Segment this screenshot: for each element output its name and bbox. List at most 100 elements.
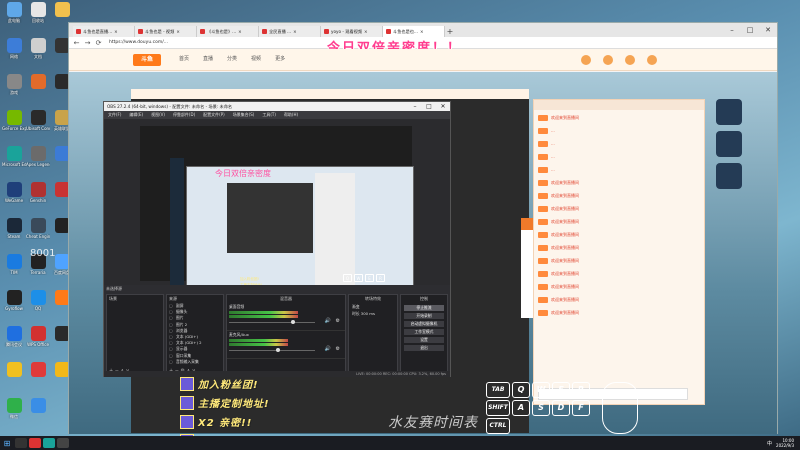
desktop-icon[interactable]: 腾讯会议	[2, 326, 26, 347]
minimize-icon[interactable]: –	[408, 103, 422, 110]
tab-close-icon[interactable]: ×	[420, 26, 424, 37]
tab-close-icon[interactable]: ×	[238, 26, 242, 37]
follow-icon[interactable]	[603, 55, 613, 65]
tab-close-icon[interactable]: ×	[114, 26, 118, 37]
obs-menu-item[interactable]: 文件(F)	[108, 111, 121, 119]
desktop-icon[interactable]: GeForce Experience	[2, 110, 26, 131]
obs-menu-item[interactable]: 编辑(E)	[129, 111, 143, 119]
maximize-icon[interactable]: □	[422, 103, 436, 110]
obs-preview[interactable]: 今日双倍亲密度 加入粉丝团!主播定制地址!X2 亲密!!游戏账号+版本(待更) …	[140, 126, 414, 308]
avatar[interactable]	[647, 55, 657, 65]
windows-start-icon[interactable]: ⊞	[0, 439, 14, 448]
desktop-icon[interactable]	[26, 362, 50, 378]
stop-stream-button[interactable]: 停止推流	[404, 305, 444, 311]
transitions-dock: 转场特效 渐变 时长 300 ms	[348, 294, 398, 376]
desktop-icon[interactable]: 文档	[26, 38, 50, 59]
site-nav-item[interactable]: 首页	[179, 55, 189, 62]
desktop-icon[interactable]: Steam	[2, 218, 26, 239]
speaker-icon[interactable]: 🔊	[325, 346, 331, 352]
tab-close-icon[interactable]: ×	[364, 26, 368, 37]
forward-icon[interactable]: →	[84, 39, 91, 47]
chat-tabs[interactable]	[534, 100, 704, 110]
desktop-icon[interactable]: 网络	[2, 38, 26, 59]
gear-icon[interactable]: ⚙	[336, 318, 340, 324]
transition-duration[interactable]: 时长 300 ms	[349, 310, 397, 317]
desktop-icon[interactable]: 微信	[2, 398, 26, 419]
tab-close-icon[interactable]: ×	[176, 26, 180, 37]
desktop-icon[interactable]: 回收站	[26, 2, 50, 23]
virtual-camera-button[interactable]: 启动虚拟摄像机	[404, 321, 444, 327]
obs-dock-area: 未选择源 场景 + − ∧ ∨ 来源 副屏摄像头图片图片 2浏览器文本 (GDI…	[104, 285, 450, 377]
volume-slider-knob[interactable]	[276, 348, 281, 352]
desktop-icon[interactable]: Ubisoft Connect	[26, 110, 50, 131]
overlay-item-icon	[180, 395, 194, 410]
side-rail-item[interactable]	[716, 131, 742, 157]
browser-tab[interactable]: 斗鱼也是也... ×	[383, 26, 445, 37]
browser-tab[interactable]: 《斗鱼也是》... ×	[197, 26, 259, 37]
close-icon[interactable]: ✕	[759, 23, 777, 37]
task-view-icon[interactable]	[15, 438, 27, 448]
desktop-icon[interactable]: Gyroflow	[2, 290, 26, 311]
clock[interactable]: 10:00 2022/9/3	[776, 438, 794, 448]
obs-menu-item[interactable]: 视图(V)	[151, 111, 165, 119]
desktop-icon[interactable]: Cheat Engine	[26, 218, 50, 239]
overlay-counter: 8001	[30, 248, 56, 259]
desktop-icon[interactable]	[2, 362, 26, 378]
maximize-icon[interactable]: □	[741, 23, 759, 37]
desktop-icon[interactable]	[26, 74, 50, 90]
history-icon[interactable]	[581, 55, 591, 65]
desktop-icon[interactable]: TIM	[2, 254, 26, 275]
desktop-icon[interactable]: WPS Office	[26, 326, 50, 347]
source-item[interactable]: 音频输入采集	[167, 359, 223, 365]
obs-taskbar-icon[interactable]	[57, 438, 69, 448]
browser-tab[interactable]: 斗鱼也是直播... ×	[73, 26, 135, 37]
browser-tab[interactable]: 全民直播 ... ×	[259, 26, 321, 37]
desktop-icon[interactable]: 游戏	[2, 74, 26, 95]
site-logo[interactable]: 斗鱼	[133, 54, 161, 66]
speaker-icon[interactable]: 🔊	[325, 318, 331, 324]
start-recording-button[interactable]: 开始录制	[404, 313, 444, 319]
desktop-icon[interactable]	[26, 398, 50, 414]
url-input[interactable]: https://www.douyu.com/...	[106, 39, 266, 47]
transition-select[interactable]: 渐变	[349, 303, 397, 310]
site-nav-item[interactable]: 分类	[227, 55, 237, 62]
desktop-icon[interactable]: Genshin	[26, 182, 50, 203]
refresh-icon[interactable]: ⟳	[95, 39, 102, 47]
site-nav-item[interactable]: 视频	[251, 55, 261, 62]
exit-button[interactable]: 退出	[404, 345, 444, 351]
browser-tab[interactable]: yoyo - 观看视频 ×	[321, 26, 383, 37]
tab-close-icon[interactable]: ×	[293, 26, 297, 37]
desktop-icon[interactable]: QQ	[26, 290, 50, 311]
site-nav-item[interactable]: 直播	[203, 55, 213, 62]
desktop-icon[interactable]: Microsoft Edge	[2, 146, 26, 167]
taskbar-app-icon[interactable]	[29, 438, 41, 448]
gear-icon[interactable]: ⚙	[336, 346, 340, 352]
side-rail-item[interactable]	[716, 99, 742, 125]
obs-menu-item[interactable]: 停靠部件(D)	[173, 111, 195, 119]
mixer-channel-label: 桌面音频	[229, 304, 245, 309]
desktop-icon[interactable]: WeGame	[2, 182, 26, 203]
desktop-icon[interactable]: 此电脑	[2, 2, 26, 23]
settings-button[interactable]: 设置	[404, 337, 444, 343]
site-nav-item[interactable]: 更多	[275, 55, 285, 62]
volume-slider[interactable]	[229, 322, 315, 323]
side-rail-item[interactable]	[716, 163, 742, 189]
edge-taskbar-icon[interactable]	[43, 438, 55, 448]
volume-slider[interactable]	[229, 350, 315, 351]
desktop-icon[interactable]: Apex Legends	[26, 146, 50, 167]
back-icon[interactable]: ←	[73, 39, 80, 47]
obs-menu-item[interactable]: 帮助(H)	[284, 111, 298, 119]
desktop-icon-label: Microsoft Edge	[2, 162, 26, 167]
minimize-icon[interactable]: –	[723, 23, 741, 37]
volume-slider-knob[interactable]	[290, 320, 295, 324]
ime-indicator[interactable]: 中	[767, 440, 772, 447]
studio-mode-button[interactable]: 工作室模式	[404, 329, 444, 335]
obs-menu-item[interactable]: 场景集合(S)	[233, 111, 255, 119]
obs-menu-item[interactable]: 工具(T)	[262, 111, 276, 119]
new-tab-button[interactable]: +	[445, 26, 455, 37]
close-icon[interactable]: ✕	[436, 103, 450, 110]
desktop-icon[interactable]	[50, 2, 74, 18]
browser-tab[interactable]: 斗鱼也是 - 视频 ×	[135, 26, 197, 37]
message-icon[interactable]	[625, 55, 635, 65]
obs-menu-item[interactable]: 配置文件(P)	[203, 111, 225, 119]
